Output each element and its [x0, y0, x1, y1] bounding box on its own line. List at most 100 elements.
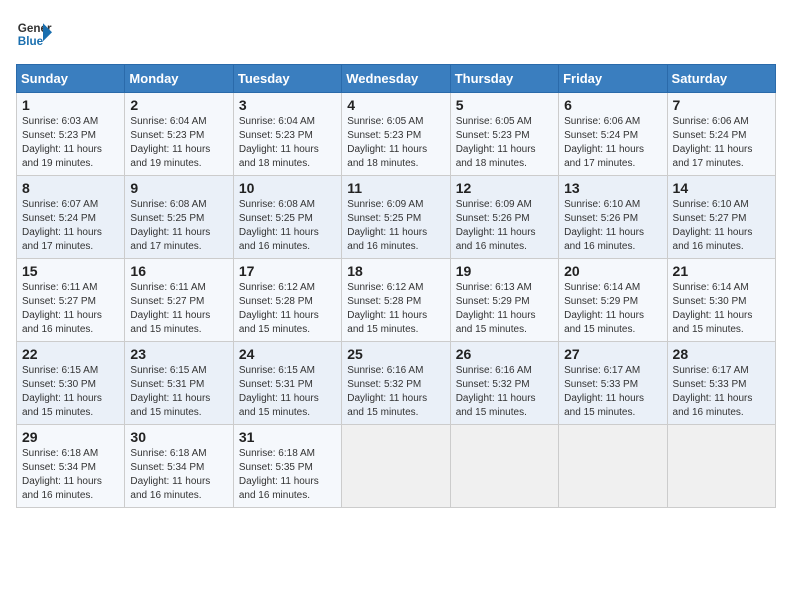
week-row-3: 22 Sunrise: 6:15 AM Sunset: 5:30 PM Dayli…: [17, 342, 776, 425]
day-number: 11: [347, 180, 444, 196]
day-info: Sunrise: 6:09 AM Sunset: 5:25 PM Dayligh…: [347, 198, 444, 254]
calendar-cell: 19 Sunrise: 6:13 AM Sunset: 5:29 PM Dayli…: [450, 259, 558, 342]
logo: General Blue: [16, 16, 52, 52]
day-info: Sunrise: 6:06 AM Sunset: 5:24 PM Dayligh…: [673, 115, 770, 171]
day-info: Sunrise: 6:05 AM Sunset: 5:23 PM Dayligh…: [456, 115, 553, 171]
calendar-cell: 14 Sunrise: 6:10 AM Sunset: 5:27 PM Dayli…: [667, 176, 775, 259]
day-number: 2: [130, 97, 227, 113]
day-info: Sunrise: 6:04 AM Sunset: 5:23 PM Dayligh…: [239, 115, 336, 171]
day-info: Sunrise: 6:11 AM Sunset: 5:27 PM Dayligh…: [22, 281, 119, 337]
day-number: 24: [239, 346, 336, 362]
day-info: Sunrise: 6:13 AM Sunset: 5:29 PM Dayligh…: [456, 281, 553, 337]
day-header-thursday: Thursday: [450, 65, 558, 93]
calendar-cell: 22 Sunrise: 6:15 AM Sunset: 5:30 PM Dayli…: [17, 342, 125, 425]
day-number: 23: [130, 346, 227, 362]
day-info: Sunrise: 6:11 AM Sunset: 5:27 PM Dayligh…: [130, 281, 227, 337]
day-info: Sunrise: 6:17 AM Sunset: 5:33 PM Dayligh…: [673, 364, 770, 420]
day-number: 15: [22, 263, 119, 279]
calendar-cell: [450, 425, 558, 508]
calendar-cell: 4Sunrise: 6:05 AM Sunset: 5:23 PM Daylig…: [342, 93, 450, 176]
calendar-cell: 18Sunrise: 6:12 AM Sunset: 5:28 PM Dayli…: [342, 259, 450, 342]
day-info: Sunrise: 6:08 AM Sunset: 5:25 PM Dayligh…: [239, 198, 336, 254]
calendar-cell: 27Sunrise: 6:17 AM Sunset: 5:33 PM Dayli…: [559, 342, 667, 425]
day-info: Sunrise: 6:06 AM Sunset: 5:24 PM Dayligh…: [564, 115, 661, 171]
day-info: Sunrise: 6:18 AM Sunset: 5:34 PM Dayligh…: [130, 447, 227, 503]
day-number: 9: [130, 180, 227, 196]
calendar-cell: 28 Sunrise: 6:17 AM Sunset: 5:33 PM Dayli…: [667, 342, 775, 425]
calendar-cell: 21 Sunrise: 6:14 AM Sunset: 5:30 PM Dayli…: [667, 259, 775, 342]
calendar-cell: 16 Sunrise: 6:11 AM Sunset: 5:27 PM Dayli…: [125, 259, 233, 342]
day-number: 27: [564, 346, 661, 362]
day-number: 20: [564, 263, 661, 279]
calendar-cell: 31Sunrise: 6:18 AM Sunset: 5:35 PM Dayli…: [233, 425, 341, 508]
day-number: 14: [673, 180, 770, 196]
calendar-cell: 2 Sunrise: 6:04 AM Sunset: 5:23 PM Daylig…: [125, 93, 233, 176]
calendar-cell: 8 Sunrise: 6:07 AM Sunset: 5:24 PM Daylig…: [17, 176, 125, 259]
day-header-saturday: Saturday: [667, 65, 775, 93]
day-number: 7: [673, 97, 770, 113]
calendar-cell: 7 Sunrise: 6:06 AM Sunset: 5:24 PM Daylig…: [667, 93, 775, 176]
calendar-cell: 17 Sunrise: 6:12 AM Sunset: 5:28 PM Dayli…: [233, 259, 341, 342]
day-number: 8: [22, 180, 119, 196]
day-number: 19: [456, 263, 553, 279]
day-info: Sunrise: 6:15 AM Sunset: 5:31 PM Dayligh…: [130, 364, 227, 420]
calendar-cell: [342, 425, 450, 508]
day-header-friday: Friday: [559, 65, 667, 93]
calendar-cell: 30 Sunrise: 6:18 AM Sunset: 5:34 PM Dayli…: [125, 425, 233, 508]
calendar-cell: 26 Sunrise: 6:16 AM Sunset: 5:32 PM Dayli…: [450, 342, 558, 425]
day-number: 30: [130, 429, 227, 445]
calendar-cell: 20 Sunrise: 6:14 AM Sunset: 5:29 PM Dayli…: [559, 259, 667, 342]
day-number: 12: [456, 180, 553, 196]
day-number: 13: [564, 180, 661, 196]
calendar-cell: 29 Sunrise: 6:18 AM Sunset: 5:34 PM Dayli…: [17, 425, 125, 508]
day-header-monday: Monday: [125, 65, 233, 93]
day-number: 26: [456, 346, 553, 362]
logo-icon: General Blue: [16, 16, 52, 52]
day-number: 25: [347, 346, 444, 362]
day-info: Sunrise: 6:15 AM Sunset: 5:30 PM Dayligh…: [22, 364, 119, 420]
day-number: 5: [456, 97, 553, 113]
day-number: 1: [22, 97, 119, 113]
calendar-cell: 9Sunrise: 6:08 AM Sunset: 5:25 PM Daylig…: [125, 176, 233, 259]
day-info: Sunrise: 6:14 AM Sunset: 5:29 PM Dayligh…: [564, 281, 661, 337]
day-info: Sunrise: 6:04 AM Sunset: 5:23 PM Dayligh…: [130, 115, 227, 171]
week-row-1: 8 Sunrise: 6:07 AM Sunset: 5:24 PM Daylig…: [17, 176, 776, 259]
day-info: Sunrise: 6:14 AM Sunset: 5:30 PM Dayligh…: [673, 281, 770, 337]
day-info: Sunrise: 6:12 AM Sunset: 5:28 PM Dayligh…: [347, 281, 444, 337]
calendar-cell: 23 Sunrise: 6:15 AM Sunset: 5:31 PM Dayli…: [125, 342, 233, 425]
day-number: 6: [564, 97, 661, 113]
calendar-cell: [559, 425, 667, 508]
day-info: Sunrise: 6:15 AM Sunset: 5:31 PM Dayligh…: [239, 364, 336, 420]
week-row-0: 1 Sunrise: 6:03 AM Sunset: 5:23 PM Daylig…: [17, 93, 776, 176]
calendar-cell: 11 Sunrise: 6:09 AM Sunset: 5:25 PM Dayli…: [342, 176, 450, 259]
calendar-cell: 6 Sunrise: 6:06 AM Sunset: 5:24 PM Daylig…: [559, 93, 667, 176]
day-info: Sunrise: 6:03 AM Sunset: 5:23 PM Dayligh…: [22, 115, 119, 171]
day-info: Sunrise: 6:10 AM Sunset: 5:27 PM Dayligh…: [673, 198, 770, 254]
calendar-cell: 3Sunrise: 6:04 AM Sunset: 5:23 PM Daylig…: [233, 93, 341, 176]
day-number: 16: [130, 263, 227, 279]
day-info: Sunrise: 6:16 AM Sunset: 5:32 PM Dayligh…: [347, 364, 444, 420]
day-number: 21: [673, 263, 770, 279]
day-info: Sunrise: 6:10 AM Sunset: 5:26 PM Dayligh…: [564, 198, 661, 254]
day-header-sunday: Sunday: [17, 65, 125, 93]
svg-text:Blue: Blue: [18, 35, 44, 48]
day-info: Sunrise: 6:09 AM Sunset: 5:26 PM Dayligh…: [456, 198, 553, 254]
calendar-cell: 24 Sunrise: 6:15 AM Sunset: 5:31 PM Dayli…: [233, 342, 341, 425]
day-info: Sunrise: 6:12 AM Sunset: 5:28 PM Dayligh…: [239, 281, 336, 337]
week-row-2: 15 Sunrise: 6:11 AM Sunset: 5:27 PM Dayli…: [17, 259, 776, 342]
day-header-wednesday: Wednesday: [342, 65, 450, 93]
day-header-tuesday: Tuesday: [233, 65, 341, 93]
day-info: Sunrise: 6:07 AM Sunset: 5:24 PM Dayligh…: [22, 198, 119, 254]
day-number: 17: [239, 263, 336, 279]
day-info: Sunrise: 6:16 AM Sunset: 5:32 PM Dayligh…: [456, 364, 553, 420]
day-number: 22: [22, 346, 119, 362]
day-number: 28: [673, 346, 770, 362]
day-number: 29: [22, 429, 119, 445]
day-number: 4: [347, 97, 444, 113]
day-number: 10: [239, 180, 336, 196]
day-info: Sunrise: 6:18 AM Sunset: 5:35 PM Dayligh…: [239, 447, 336, 503]
day-info: Sunrise: 6:18 AM Sunset: 5:34 PM Dayligh…: [22, 447, 119, 503]
calendar-cell: 15 Sunrise: 6:11 AM Sunset: 5:27 PM Dayli…: [17, 259, 125, 342]
calendar-table: SundayMondayTuesdayWednesdayThursdayFrid…: [16, 64, 776, 508]
calendar-cell: 25 Sunrise: 6:16 AM Sunset: 5:32 PM Dayli…: [342, 342, 450, 425]
